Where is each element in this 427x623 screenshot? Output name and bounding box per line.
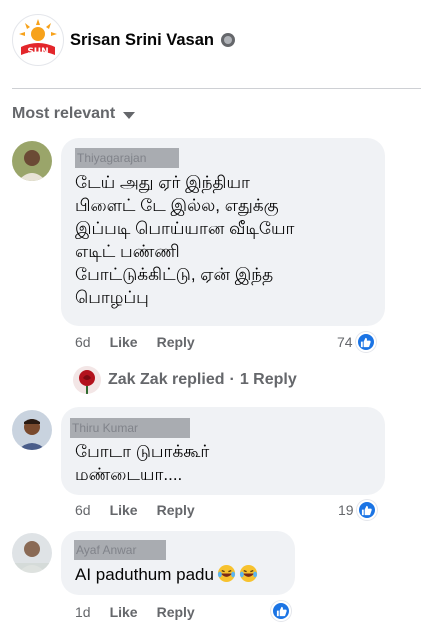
comment-text: AI paduthum padu [75, 565, 214, 584]
reaction-count: 74 [337, 334, 353, 350]
reaction-summary[interactable]: 74 [337, 332, 376, 352]
avatar[interactable] [12, 410, 52, 450]
reply-button[interactable]: Reply [157, 334, 195, 350]
comment-author[interactable]: Ayaf Anwar [74, 540, 166, 560]
reply-button[interactable]: Reply [157, 604, 195, 620]
comment-text-row: AI paduthum padu [75, 563, 285, 586]
avatar[interactable] [12, 141, 52, 181]
reaction-summary[interactable] [271, 601, 291, 621]
comment-age[interactable]: 6d [75, 334, 91, 350]
like-button[interactable]: Like [110, 604, 138, 620]
like-reaction-icon [271, 601, 291, 621]
user-photo-icon [12, 533, 52, 573]
reply-count: 1 Reply [239, 371, 297, 388]
like-button[interactable]: Like [110, 334, 138, 350]
reaction-count: 19 [338, 502, 354, 518]
like-button[interactable]: Like [110, 502, 138, 518]
laughing-emoji-icon [217, 564, 236, 583]
comment-age[interactable]: 6d [75, 502, 91, 518]
separator-dot: · [229, 371, 235, 388]
comment-actions: 1d Like Reply [75, 604, 195, 620]
page-name[interactable]: Srisan Srini Vasan [70, 31, 214, 50]
like-reaction-icon [356, 500, 377, 520]
avatar[interactable] [12, 533, 52, 573]
comment-text: போடா டுபாக்கூர் மண்டையா.... [75, 442, 210, 484]
replier-label: Zak Zak replied [108, 371, 225, 388]
comment-actions: 6d Like Reply [75, 502, 195, 518]
logo-text: SUN [27, 47, 48, 57]
comment-actions: 6d Like Reply [75, 334, 195, 350]
sort-label: Most relevant [12, 105, 116, 122]
replier-avatar [73, 366, 101, 394]
header-divider [12, 88, 421, 89]
reply-button[interactable]: Reply [157, 502, 195, 518]
comment-text: டேய் அது ஏர் இந்தியா பிளைட் டே இல்ல, எது… [75, 173, 295, 307]
globe-icon [221, 33, 235, 47]
comment-age[interactable]: 1d [75, 604, 91, 620]
reaction-summary[interactable]: 19 [338, 500, 377, 520]
rose-icon [73, 366, 101, 394]
user-photo-icon [12, 141, 52, 181]
comment-author[interactable]: Thiru Kumar [70, 418, 190, 438]
user-photo-icon [12, 410, 52, 450]
laughing-emoji-icon [239, 564, 258, 583]
view-replies-link[interactable]: Zak Zak replied · 1 Reply [73, 366, 297, 394]
page-logo[interactable]: SUN [12, 14, 64, 66]
comment-sort-dropdown[interactable]: Most relevant [12, 105, 136, 123]
like-reaction-icon [355, 332, 376, 352]
comment-author[interactable]: Thiyagarajan [75, 148, 179, 168]
post-header: SUN Srisan Srini Vasan [12, 14, 235, 66]
chevron-down-icon [123, 112, 136, 119]
sun-logo-icon: SUN [19, 19, 57, 57]
